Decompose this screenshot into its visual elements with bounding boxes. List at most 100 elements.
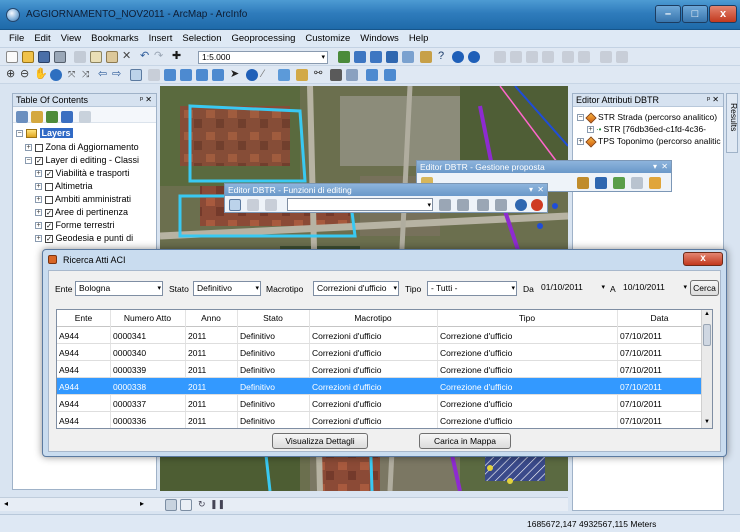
save-icon[interactable] [38, 51, 50, 63]
grid-vertical-scrollbar[interactable]: ▲ ▼ [701, 310, 712, 428]
collapse-icon[interactable]: − [577, 114, 584, 122]
stato-select[interactable]: Definitivo ▾ [193, 281, 261, 296]
tree-item-str-strada[interactable]: − STR Strada (percorso analitico) [577, 112, 717, 124]
zoom-out-icon[interactable]: ⊖ [20, 69, 32, 81]
redo-icon[interactable]: ↷ [154, 51, 166, 63]
find-route-icon[interactable] [330, 69, 342, 81]
expand-icon[interactable]: + [35, 196, 42, 204]
disabled-tool-8-icon[interactable] [616, 51, 628, 63]
expand-icon[interactable]: + [35, 235, 42, 243]
expand-icon[interactable]: + [577, 138, 584, 146]
gestione-proposta-titlebar[interactable]: Editor DBTR - Gestione proposta ▾ ✕ [417, 161, 671, 173]
table-row[interactable]: A944 0000340 2011 Definitivo Correzioni … [57, 344, 702, 361]
proposal-tool-2-icon[interactable] [577, 177, 589, 189]
toc-pin-close-icon[interactable]: ᵖ ✕ [140, 95, 152, 104]
tipo-select[interactable]: - Tutti - ▾ [427, 281, 517, 296]
dialog-titlebar[interactable]: Ricerca Atti ACI x [43, 250, 726, 270]
menu-windows[interactable]: Windows [355, 30, 404, 44]
list-by-selection-icon[interactable] [61, 111, 73, 123]
time-slider-icon[interactable] [346, 69, 358, 81]
fixed-zoom-in-icon[interactable]: ⤧ [68, 69, 80, 81]
fixed-zoom-out-icon[interactable]: ⤨ [82, 69, 94, 81]
scroll-right-icon[interactable]: ▸ [140, 499, 144, 508]
search-window-icon[interactable] [386, 51, 398, 63]
table-row[interactable]: A944 0000339 2011 Definitivo Correzioni … [57, 361, 702, 378]
toolbar-close-icon[interactable]: ✕ [537, 184, 544, 196]
print-icon[interactable] [54, 51, 66, 63]
toc-item-ambiti[interactable]: + Ambiti amministrati [35, 194, 131, 206]
column-header-ente[interactable]: Ente [57, 313, 110, 323]
carica-in-mappa-button[interactable]: Carica in Mappa [419, 433, 511, 449]
layout-icon[interactable] [384, 69, 396, 81]
toc-item-forme[interactable]: + ✓ Forme terrestri [35, 220, 115, 232]
expand-icon[interactable]: + [35, 183, 42, 191]
macrotipo-select[interactable]: Correzioni d'ufficio ▾ [313, 281, 399, 296]
toolbar-menu-icon[interactable]: ▾ [529, 184, 533, 196]
toc-item-zona[interactable]: + Zona di Aggiornamento [25, 142, 139, 154]
disabled-tool-6-icon[interactable] [578, 51, 590, 63]
funzioni-editing-titlebar[interactable]: Editor DBTR - Funzioni di editing ▾ ✕ [225, 184, 547, 196]
edit-stop-icon[interactable] [531, 199, 543, 211]
column-header-data[interactable]: Data [617, 313, 702, 323]
menu-bookmarks[interactable]: Bookmarks [86, 30, 144, 44]
layer-checkbox[interactable]: ✓ [45, 221, 53, 230]
toc-item-aree[interactable]: + ✓ Aree di pertinenza [35, 207, 128, 219]
expand-icon[interactable]: + [35, 222, 42, 230]
edit-tool-4-icon[interactable] [477, 199, 489, 211]
hyperlink-icon[interactable] [278, 69, 290, 81]
map-horizontal-scrollbar[interactable]: ◂ ▸ ↻ ❚❚ [0, 497, 568, 511]
cerca-button[interactable]: Cerca [690, 280, 719, 296]
options-icon[interactable] [79, 111, 91, 123]
table-row[interactable]: A944 0000336 2011 Definitivo Correzioni … [57, 412, 702, 428]
layer-checkbox[interactable]: ✓ [35, 156, 43, 165]
a-date-picker[interactable]: 10/10/2011 ▾ [620, 281, 688, 296]
disabled-tool-1-icon[interactable] [494, 51, 506, 63]
forward-extent-icon[interactable]: ⇨ [112, 69, 124, 81]
da-date-picker[interactable]: 01/10/2011 ▾ [538, 281, 606, 296]
open-folder-icon[interactable] [22, 51, 34, 63]
menu-insert[interactable]: Insert [144, 30, 178, 44]
sketch-tool-icon[interactable] [247, 199, 259, 211]
column-header-anno[interactable]: Anno [185, 313, 237, 323]
edit-target-combo[interactable]: ▾ [287, 198, 433, 211]
disabled-tool-7-icon[interactable] [600, 51, 612, 63]
collapse-icon[interactable]: − [16, 130, 23, 138]
toc-item-geodesia[interactable]: + ✓ Geodesia e punti di [35, 233, 133, 245]
table-row[interactable]: A944 0000337 2011 Definitivo Correzioni … [57, 395, 702, 412]
column-header-stato[interactable]: Stato [237, 313, 309, 323]
disabled-tool-4-icon[interactable] [542, 51, 554, 63]
pointer-icon[interactable]: ➤ [230, 69, 242, 81]
add-data-icon[interactable]: ✚ [172, 51, 184, 63]
edit-tool-5-icon[interactable] [495, 199, 507, 211]
find-icon[interactable] [196, 69, 208, 81]
full-extent-icon[interactable] [50, 69, 62, 81]
toc-item-layer-editing[interactable]: − ✓ Layer di editing - Classi [25, 155, 139, 167]
delete-icon[interactable]: ✕ [122, 51, 134, 63]
measure-icon[interactable]: ⁄ [262, 69, 274, 81]
dialog-close-button[interactable]: x [683, 252, 723, 266]
layout-view-icon[interactable] [180, 499, 192, 511]
layer-checkbox[interactable]: ✓ [45, 208, 53, 217]
menu-file[interactable]: File [0, 30, 29, 44]
arctoolbox-icon[interactable] [402, 51, 414, 63]
table-row-selected[interactable]: A944 0000338 2011 Definitivo Correzioni … [57, 378, 702, 395]
copy-icon[interactable] [90, 51, 102, 63]
edit-tool-3-icon[interactable] [457, 199, 469, 211]
list-by-visibility-icon[interactable] [46, 111, 58, 123]
map-scale-combo[interactable]: 1:5.000 ▾ [198, 51, 328, 64]
table-row[interactable]: A944 0000341 2011 Definitivo Correzioni … [57, 327, 702, 344]
table-of-contents-icon[interactable] [354, 51, 366, 63]
python-window-icon[interactable] [420, 51, 432, 63]
layer-checkbox[interactable]: ✓ [45, 169, 53, 178]
html-popup-icon[interactable] [296, 69, 308, 81]
edit-tool-icon[interactable] [229, 199, 241, 211]
pan-icon[interactable]: ✋ [34, 69, 48, 81]
layer-checkbox[interactable] [45, 195, 53, 204]
refresh-icon[interactable]: ↻ [198, 499, 210, 511]
proposal-tool-3-icon[interactable] [595, 177, 607, 189]
blue-circle-icon[interactable] [452, 51, 464, 63]
data-view-icon[interactable] [165, 499, 177, 511]
paste-icon[interactable] [106, 51, 118, 63]
toc-item-layers[interactable]: − Layers [16, 128, 73, 140]
layer-checkbox[interactable] [45, 182, 53, 191]
